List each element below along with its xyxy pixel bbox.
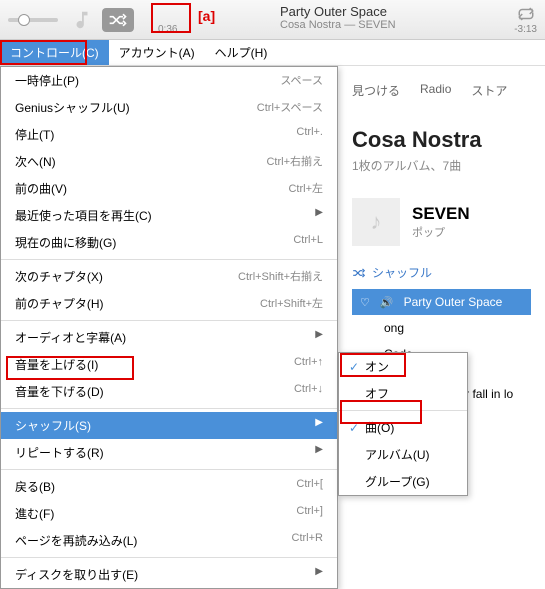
menu-prev[interactable]: 前の曲(V)Ctrl+左 (1, 175, 337, 202)
shuffle-button[interactable] (102, 8, 134, 32)
now-playing-title: Party Outer Space (280, 4, 396, 19)
artist-title: Cosa Nostra (352, 127, 531, 153)
menu-next[interactable]: 次へ(N)Ctrl+右揃え (1, 148, 337, 175)
menu-recent[interactable]: 最近使った項目を再生(C)▶ (1, 202, 337, 229)
menu-genius[interactable]: Geniusシャッフル(U)Ctrl+スペース (1, 94, 337, 121)
shuffle-link[interactable]: シャッフル (352, 264, 531, 281)
submenu-album[interactable]: アルバム(U) (339, 441, 467, 468)
now-playing: Party Outer Space Cosa Nostra — SEVEN (280, 4, 396, 31)
music-icon (68, 6, 96, 34)
time-elapsed: 0:36 (158, 24, 177, 35)
menu-back[interactable]: 戻る(B)Ctrl+[ (1, 473, 337, 500)
volume-slider[interactable] (8, 18, 58, 22)
album-art[interactable]: ♪ (352, 198, 400, 246)
album-name: SEVEN (412, 204, 470, 224)
menu-help[interactable]: ヘルプ(H) (205, 40, 278, 65)
artist-sub: 1枚のアルバム、7曲 (352, 157, 531, 174)
player-toolbar: Party Outer Space Cosa Nostra — SEVEN 0:… (0, 0, 545, 40)
menu-control[interactable]: コントロール(C) (0, 40, 109, 65)
menu-goto[interactable]: 現在の曲に移動(G)Ctrl+L (1, 229, 337, 256)
control-dropdown: 一時停止(P)スペース Geniusシャッフル(U)Ctrl+スペース 停止(T… (0, 66, 338, 589)
submenu-on[interactable]: ✓オン (339, 353, 467, 380)
menu-stop[interactable]: 停止(T)Ctrl+. (1, 121, 337, 148)
repeat-icon[interactable] (517, 6, 535, 27)
track-row[interactable]: ong (352, 315, 531, 341)
menu-eject[interactable]: ディスクを取り出す(E)▶ (1, 561, 337, 588)
menu-account[interactable]: アカウント(A) (109, 40, 205, 65)
menu-reload[interactable]: ページを再読み込み(L)Ctrl+R (1, 527, 337, 554)
menu-volume-down[interactable]: 音量を下げる(D)Ctrl+↓ (1, 378, 337, 405)
nav-store[interactable]: ストア (471, 82, 507, 99)
menubar: コントロール(C) アカウント(A) ヘルプ(H) (0, 40, 545, 66)
album-genre: ポップ (412, 224, 470, 240)
nav-radio[interactable]: Radio (420, 82, 451, 99)
track-row[interactable]: ♡🔊 Party Outer Space (352, 289, 531, 315)
submenu-off[interactable]: オフ (339, 380, 467, 407)
menu-next-chapter[interactable]: 次のチャプタ(X)Ctrl+Shift+右揃え (1, 263, 337, 290)
submenu-song[interactable]: ✓曲(O) (339, 414, 467, 441)
menu-audio-subtitle[interactable]: オーディオと字幕(A)▶ (1, 324, 337, 351)
menu-volume-up[interactable]: 音量を上げる(I)Ctrl+↑ (1, 351, 337, 378)
menu-repeat[interactable]: リピートする(R)▶ (1, 439, 337, 466)
nav-find[interactable]: 見つける (352, 82, 400, 99)
shuffle-submenu: ✓オン オフ ✓曲(O) アルバム(U) グループ(G) (338, 352, 468, 496)
menu-pause[interactable]: 一時停止(P)スペース (1, 67, 337, 94)
menu-shuffle[interactable]: シャッフル(S)▶ (1, 412, 337, 439)
menu-forward[interactable]: 進む(F)Ctrl+] (1, 500, 337, 527)
now-playing-sub: Cosa Nostra — SEVEN (280, 19, 396, 31)
menu-prev-chapter[interactable]: 前のチャプタ(H)Ctrl+Shift+左 (1, 290, 337, 317)
submenu-group[interactable]: グループ(G) (339, 468, 467, 495)
